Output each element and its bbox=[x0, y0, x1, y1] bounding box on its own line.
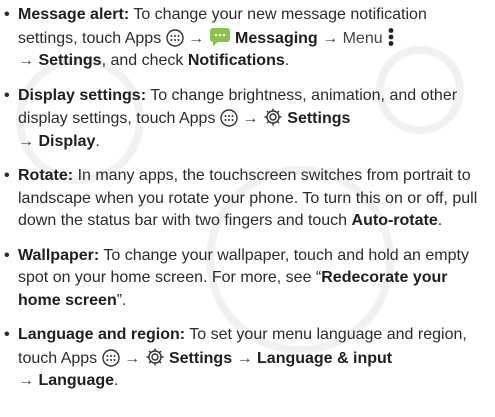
bullet: • bbox=[4, 86, 10, 104]
bullet: • bbox=[4, 246, 10, 264]
settings-label: Settings bbox=[287, 110, 351, 127]
list-item-wallpaper: • Wallpaper: To change your wallpaper, t… bbox=[4, 245, 490, 313]
bullet: • bbox=[4, 6, 10, 23]
item-title: Display settings: bbox=[18, 86, 147, 104]
arrow: → bbox=[188, 29, 205, 47]
arrow: → bbox=[18, 372, 34, 389]
arrow: → bbox=[236, 349, 253, 367]
apps-icon bbox=[165, 28, 184, 47]
list-item-display-settings: • Display settings: To change brightness… bbox=[4, 85, 490, 154]
list-item-rotate: • Rotate: In many apps, the touchscreen … bbox=[4, 165, 490, 233]
item-title: Rotate: bbox=[18, 167, 74, 184]
item-title: Wallpaper: bbox=[18, 246, 100, 264]
list-item-message-alert: • Message alert: To change your new mess… bbox=[4, 4, 490, 73]
settings-gear-icon bbox=[264, 108, 282, 126]
item-text: . bbox=[95, 132, 100, 150]
settings-tips-list: • Message alert: To change your new mess… bbox=[4, 4, 490, 405]
language-input-label: Language & input bbox=[257, 349, 393, 367]
bullet: • bbox=[4, 167, 10, 184]
arrow-menu: → Menu bbox=[322, 29, 383, 47]
settings-label: Settings bbox=[38, 52, 102, 69]
notifications-label: Notifications bbox=[187, 52, 285, 69]
item-text: . bbox=[284, 52, 290, 69]
settings-gear-icon bbox=[146, 348, 164, 365]
messaging-label: Messaging bbox=[235, 29, 318, 47]
item-text: . bbox=[114, 372, 119, 389]
item-text: . bbox=[437, 212, 443, 229]
item-title: Message alert: bbox=[18, 6, 130, 23]
item-text: ”. bbox=[116, 291, 127, 309]
arrow: → bbox=[242, 110, 259, 127]
apps-icon bbox=[101, 348, 120, 367]
apps-icon bbox=[220, 109, 238, 127]
display-label: Display bbox=[38, 132, 96, 150]
settings-label: Settings bbox=[168, 349, 233, 367]
language-label: Language bbox=[38, 372, 115, 389]
menu-icon bbox=[388, 27, 394, 46]
auto-rotate-label: Auto-rotate bbox=[351, 212, 438, 229]
arrow: → bbox=[18, 132, 34, 150]
item-title: Language and region: bbox=[18, 326, 186, 343]
arrow: → bbox=[18, 52, 34, 69]
messaging-icon bbox=[209, 27, 230, 46]
item-text: , and check bbox=[101, 52, 184, 69]
arrow: → bbox=[124, 349, 141, 367]
list-item-language-region: • Language and region: To set your menu … bbox=[4, 324, 490, 393]
bullet: • bbox=[4, 326, 10, 343]
